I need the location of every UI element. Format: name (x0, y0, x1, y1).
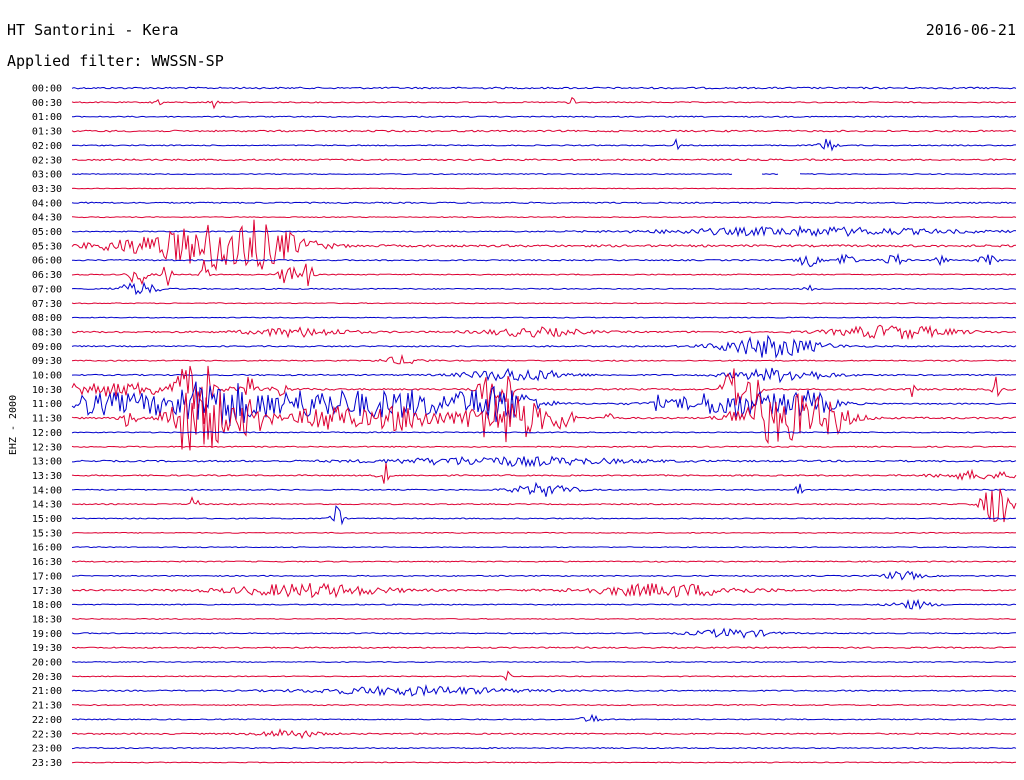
time-tick-label: 07:30 (32, 299, 62, 310)
trace-line (71, 334, 1017, 359)
time-tick-label: 21:30 (32, 701, 62, 712)
time-tick-label: 03:00 (32, 170, 62, 181)
time-tick-label: 04:00 (32, 198, 62, 209)
trace-line (71, 683, 1017, 697)
time-tick-label: 02:30 (32, 155, 62, 166)
trace-line (71, 661, 1017, 663)
station-title: HT Santorini - Kera (7, 21, 179, 39)
time-tick-label: 04:30 (32, 213, 62, 224)
trace-line (71, 531, 1017, 534)
trace-line (71, 713, 1017, 723)
time-tick-label: 00:00 (32, 84, 62, 95)
time-tick-label: 12:30 (32, 442, 62, 453)
trace-line (71, 747, 1017, 750)
trace-line (71, 173, 1017, 176)
trace-line (71, 187, 1017, 190)
trace-line (71, 302, 1017, 305)
time-tick-label: 21:00 (32, 686, 62, 697)
trace-line (71, 138, 1016, 152)
trace-line (71, 431, 1017, 434)
trace-line (71, 546, 1017, 549)
trace-line (72, 455, 1017, 468)
time-tick-label: 19:00 (32, 629, 62, 640)
time-tick-label: 07:00 (32, 284, 62, 295)
time-tick-label: 05:00 (32, 227, 62, 238)
trace-line (71, 158, 1017, 162)
time-tick-label: 20:00 (32, 658, 62, 669)
trace-line (71, 670, 1017, 682)
time-tick-label: 23:00 (32, 744, 62, 755)
time-tick-label: 01:30 (32, 127, 62, 138)
time-tick-label: 13:00 (32, 457, 62, 468)
trace-line (71, 367, 1017, 384)
time-tick-label: 17:00 (32, 571, 62, 582)
time-tick-label: 18:00 (32, 600, 62, 611)
trace-line (72, 488, 1017, 523)
trace-line (71, 281, 1017, 296)
trace-line (72, 115, 1017, 118)
trace-line (71, 627, 1016, 639)
trace-line (71, 86, 1017, 90)
time-tick-label: 22:30 (32, 729, 62, 740)
trace-line (71, 560, 1017, 563)
trace-line (71, 445, 1017, 448)
trace-line (71, 219, 1017, 272)
channel-label: EHZ - 2000 (8, 395, 19, 455)
record-date: 2016-06-21 (926, 21, 1016, 39)
trace-line (71, 324, 1017, 340)
helicorder-chart: HT Santorini - Kera 2016-06-21 Applied f… (7, 21, 1017, 769)
time-tick-label: 22:00 (32, 715, 62, 726)
trace-line (71, 582, 1017, 599)
time-tick-label: 10:00 (32, 371, 62, 382)
time-tick-label: 08:30 (32, 327, 62, 338)
time-tick-label: 15:00 (32, 514, 62, 525)
filter-label: Applied filter: WWSSN-SP (7, 52, 224, 70)
time-tick-label: 08:00 (32, 313, 62, 324)
time-tick-label: 11:00 (32, 399, 62, 410)
time-tick-label: 10:30 (32, 385, 62, 396)
time-tick-label: 16:30 (32, 557, 62, 568)
time-tick-label: 11:30 (32, 414, 62, 425)
trace-line (71, 505, 1017, 526)
trace-line (71, 703, 1017, 707)
trace-line (71, 260, 1017, 287)
trace-line (71, 761, 1017, 764)
time-tick-label: 13:30 (32, 471, 62, 482)
time-tick-label: 20:30 (32, 672, 62, 683)
time-tick-label: 19:30 (32, 643, 62, 654)
time-tick-label: 03:30 (32, 184, 62, 195)
trace-line (71, 201, 1017, 205)
time-tick-label: 17:30 (32, 586, 62, 597)
trace-line (72, 598, 1017, 610)
time-tick-label: 23:30 (32, 758, 62, 769)
trace-line (71, 316, 1017, 319)
time-tick-label: 15:30 (32, 528, 62, 539)
trace-line (71, 129, 1017, 133)
time-tick-label: 01:00 (32, 112, 62, 123)
time-tick-label: 14:00 (32, 485, 62, 496)
trace-line (71, 216, 1017, 219)
trace-line (71, 646, 1017, 649)
trace-rows: 00:00 00:30 01:00 01:30 02:00 02:30 03:00 03:30… (32, 84, 1017, 769)
time-tick-label: 05:30 (32, 241, 62, 252)
trace-line (71, 391, 1016, 451)
time-tick-label: 06:30 (32, 270, 62, 281)
trace-line (71, 617, 1017, 620)
trace-line (71, 570, 1017, 581)
time-tick-label: 16:00 (32, 543, 62, 554)
time-tick-label: 09:00 (32, 342, 62, 353)
trace-line (71, 481, 1017, 497)
trace-line (71, 96, 1017, 110)
trace-line (71, 224, 1017, 238)
time-tick-label: 06:00 (32, 256, 62, 267)
trace-line (71, 353, 1016, 365)
time-tick-label: 00:30 (32, 98, 62, 109)
time-tick-label: 02:00 (32, 141, 62, 152)
trace-line (71, 728, 1017, 740)
time-tick-label: 18:30 (32, 614, 62, 625)
time-tick-label: 09:30 (32, 356, 62, 367)
trace-line (71, 463, 1017, 484)
time-tick-label: 14:30 (32, 500, 62, 511)
time-tick-label: 12:00 (32, 428, 62, 439)
